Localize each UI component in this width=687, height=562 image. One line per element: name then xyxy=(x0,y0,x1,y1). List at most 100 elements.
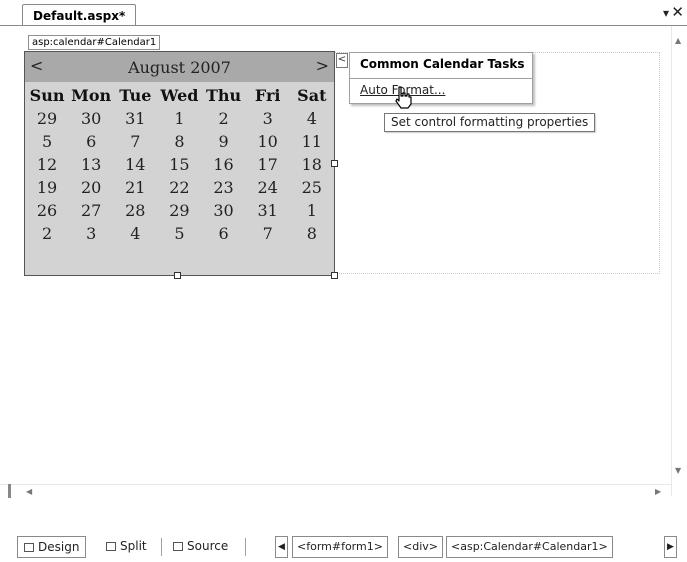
calendar-day[interactable]: 29 xyxy=(157,199,201,222)
calendar-day[interactable]: 6 xyxy=(202,222,246,245)
calendar-day[interactable]: 9 xyxy=(202,130,246,153)
split-label: Split xyxy=(120,539,147,553)
horizontal-scrollbar[interactable]: ◀ ▶ xyxy=(0,484,671,500)
design-view-button[interactable]: Design xyxy=(17,536,87,558)
calendar-day[interactable]: 2 xyxy=(202,107,246,130)
calendar-week-row: 5 6 7 8 9 10 11 xyxy=(25,130,334,153)
day-header: Sun xyxy=(29,86,65,105)
control-tag-label: asp:calendar#Calendar1 xyxy=(28,35,161,50)
split-icon xyxy=(106,542,116,551)
day-header: Thu xyxy=(205,86,242,105)
resize-handle-right[interactable] xyxy=(331,160,338,167)
calendar-week-row: 2 3 4 5 6 7 8 xyxy=(25,222,334,245)
calendar-day[interactable]: 1 xyxy=(157,107,201,130)
calendar-day[interactable]: 11 xyxy=(290,130,334,153)
tasks-panel-divider xyxy=(350,78,532,79)
view-separator xyxy=(245,538,246,556)
calendar-day[interactable]: 18 xyxy=(290,153,334,176)
calendar-next-month-link[interactable]: > xyxy=(316,56,329,75)
hand-cursor-icon xyxy=(395,86,412,109)
calendar-day[interactable]: 4 xyxy=(290,107,334,130)
breadcrumb-calendar[interactable]: <asp:Calendar#Calendar1> xyxy=(446,536,613,558)
tasks-panel-title: Common Calendar Tasks xyxy=(360,57,525,71)
calendar-week-row: 26 27 28 29 30 31 1 xyxy=(25,199,334,222)
calendar-day[interactable]: 25 xyxy=(290,176,334,199)
calendar-day[interactable]: 2 xyxy=(25,222,69,245)
resize-handle-corner[interactable] xyxy=(331,272,338,279)
calendar-day[interactable]: 22 xyxy=(157,176,201,199)
calendar-day-header-row: Sun Mon Tue Wed Thu Fri Sat xyxy=(25,84,334,107)
calendar-day[interactable]: 20 xyxy=(69,176,113,199)
chevron-down-icon[interactable]: ▾ xyxy=(663,6,669,20)
day-header: Mon xyxy=(71,86,112,105)
calendar-day[interactable]: 13 xyxy=(69,153,113,176)
calendar-day[interactable]: 3 xyxy=(246,107,290,130)
calendar-week-row: 12 13 14 15 16 17 18 xyxy=(25,153,334,176)
calendar-day[interactable]: 7 xyxy=(246,222,290,245)
design-icon xyxy=(24,543,34,552)
day-header: Wed xyxy=(160,86,199,105)
calendar-control[interactable]: August 2007 < > Sun Mon Tue Wed Thu Fri … xyxy=(24,51,335,276)
calendar-day[interactable]: 30 xyxy=(69,107,113,130)
calendar-day[interactable]: 16 xyxy=(202,153,246,176)
calendar-day[interactable]: 26 xyxy=(25,199,69,222)
scroll-right-icon[interactable]: ▶ xyxy=(655,487,661,496)
day-header: Sat xyxy=(297,86,327,105)
calendar-week-row: 19 20 21 22 23 24 25 xyxy=(25,176,334,199)
calendar-day[interactable]: 4 xyxy=(113,222,157,245)
resize-handle-bottom[interactable] xyxy=(174,272,181,279)
calendar-month-title: August 2007 xyxy=(128,58,231,77)
calendar-day[interactable]: 5 xyxy=(25,130,69,153)
breadcrumb-left-arrow-icon[interactable]: ◀ xyxy=(275,536,288,558)
scroll-down-icon[interactable]: ▼ xyxy=(675,466,681,475)
calendar-day[interactable]: 3 xyxy=(69,222,113,245)
breadcrumb-right-arrow-icon[interactable]: ▶ xyxy=(664,536,677,558)
calendar-day[interactable]: 24 xyxy=(246,176,290,199)
calendar-day[interactable]: 1 xyxy=(290,199,334,222)
tab-title: Default.aspx* xyxy=(33,9,126,23)
calendar-day[interactable]: 19 xyxy=(25,176,69,199)
split-view-button[interactable]: Split xyxy=(100,536,153,558)
calendar-day[interactable]: 31 xyxy=(113,107,157,130)
tab-default-aspx[interactable]: Default.aspx* xyxy=(22,4,137,26)
breadcrumb-div[interactable]: <div> xyxy=(398,536,443,558)
vertical-scrollbar[interactable]: ▲ ▼ xyxy=(671,26,687,496)
smart-tag-button[interactable]: < xyxy=(336,53,348,68)
splitter-handle[interactable] xyxy=(8,484,11,498)
view-bar: Design Split Source ◀ <form#form1> <div>… xyxy=(0,528,687,562)
calendar-day[interactable]: 14 xyxy=(113,153,157,176)
day-header: Fri xyxy=(254,86,281,105)
calendar-day[interactable]: 6 xyxy=(69,130,113,153)
source-view-button[interactable]: Source xyxy=(167,536,234,558)
calendar-title-bar: August 2007 < > xyxy=(25,52,334,82)
breadcrumb-form[interactable]: <form#form1> xyxy=(292,536,388,558)
calendar-day[interactable]: 27 xyxy=(69,199,113,222)
design-label: Design xyxy=(38,540,80,554)
tooltip: Set control formatting properties xyxy=(384,113,596,132)
calendar-grid: Sun Mon Tue Wed Thu Fri Sat 29 30 31 1 2… xyxy=(25,84,334,245)
scroll-up-icon[interactable]: ▲ xyxy=(675,36,681,45)
close-icon[interactable]: ✕ xyxy=(671,3,684,21)
calendar-day[interactable]: 30 xyxy=(202,199,246,222)
calendar-week-row: 29 30 31 1 2 3 4 xyxy=(25,107,334,130)
calendar-day[interactable]: 10 xyxy=(246,130,290,153)
calendar-prev-month-link[interactable]: < xyxy=(30,56,43,75)
calendar-day[interactable]: 7 xyxy=(113,130,157,153)
day-header: Tue xyxy=(119,86,152,105)
source-label: Source xyxy=(187,539,229,553)
calendar-day[interactable]: 5 xyxy=(157,222,201,245)
common-tasks-panel: Common Calendar Tasks Auto Format... xyxy=(349,52,533,104)
calendar-day[interactable]: 8 xyxy=(157,130,201,153)
calendar-day[interactable]: 8 xyxy=(290,222,334,245)
calendar-day[interactable]: 29 xyxy=(25,107,69,130)
calendar-day[interactable]: 21 xyxy=(113,176,157,199)
calendar-day[interactable]: 15 xyxy=(157,153,201,176)
source-icon xyxy=(173,542,183,551)
calendar-day[interactable]: 31 xyxy=(246,199,290,222)
scroll-left-icon[interactable]: ◀ xyxy=(26,487,32,496)
calendar-day[interactable]: 23 xyxy=(202,176,246,199)
calendar-day[interactable]: 28 xyxy=(113,199,157,222)
calendar-day[interactable]: 17 xyxy=(246,153,290,176)
calendar-day[interactable]: 12 xyxy=(25,153,69,176)
view-separator xyxy=(161,538,162,556)
